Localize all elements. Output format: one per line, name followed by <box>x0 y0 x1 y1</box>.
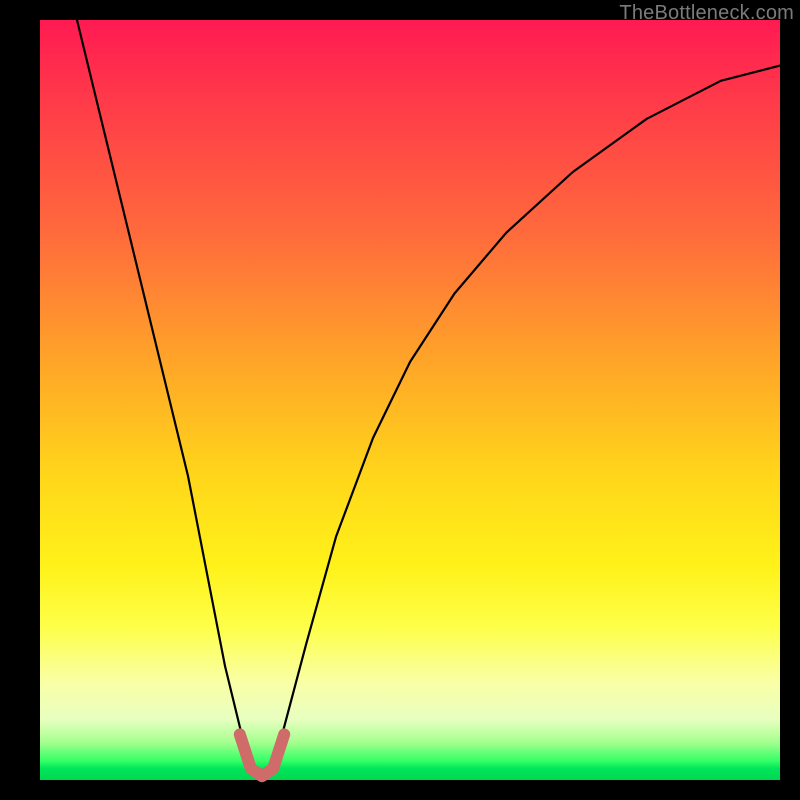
valley-highlight <box>240 734 284 776</box>
plot-area <box>40 20 780 780</box>
watermark-text: TheBottleneck.com <box>619 2 794 25</box>
curve-svg <box>40 20 780 780</box>
chart-container: TheBottleneck.com <box>0 0 800 800</box>
bottleneck-curve <box>77 20 780 776</box>
